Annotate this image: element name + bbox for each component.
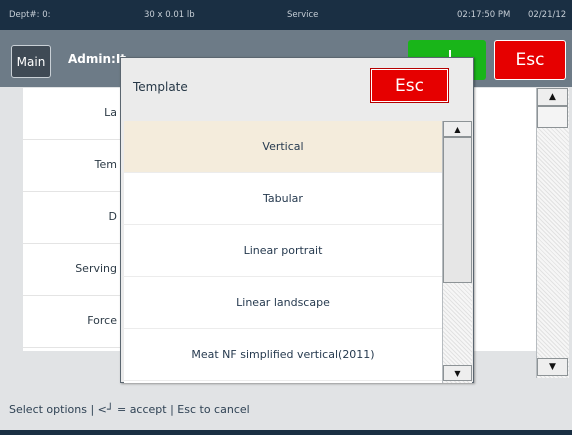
date-readout: 02/21/12 bbox=[528, 10, 567, 20]
list-item-label: Serving bbox=[75, 262, 117, 275]
dialog-scroll-down-button[interactable]: ▼ bbox=[443, 365, 472, 381]
dialog-title: Template bbox=[133, 80, 188, 94]
admin-label: Admin:It bbox=[68, 52, 127, 66]
template-option-meat-nf[interactable]: Meat NF simplified vertical(2011) bbox=[124, 329, 442, 381]
dialog-scroll-up-button[interactable]: ▲ bbox=[443, 121, 472, 137]
hint-text: Select options | <┘ = accept | Esc to ca… bbox=[9, 403, 250, 416]
list-item-label: Tem bbox=[94, 158, 117, 171]
mode-readout: Service bbox=[287, 10, 319, 20]
weight-readout: 30 x 0.01 lb bbox=[144, 10, 195, 20]
list-item[interactable]: La bbox=[23, 88, 123, 140]
list-item[interactable]: D bbox=[23, 192, 123, 244]
status-bar: Dept#: 0: 30 x 0.01 lb Service 02:17:50 … bbox=[0, 0, 572, 30]
template-option-linear-landscape[interactable]: Linear landscape bbox=[124, 277, 442, 329]
scroll-down-button[interactable]: ▼ bbox=[537, 358, 568, 376]
main-button[interactable]: Main bbox=[11, 45, 51, 78]
list-item[interactable]: Tem bbox=[23, 140, 123, 192]
dialog-scroll-thumb[interactable] bbox=[443, 137, 472, 283]
list-item-label: Force bbox=[87, 314, 117, 327]
settings-scrollbar[interactable]: ▲ ▼ bbox=[536, 88, 569, 378]
dept-readout: Dept#: 0: bbox=[9, 10, 51, 20]
bottom-border bbox=[0, 430, 572, 435]
list-item-label: La bbox=[104, 106, 117, 119]
template-options-list: Vertical Tabular Linear portrait Linear … bbox=[124, 121, 442, 383]
template-option-vertical[interactable]: Vertical bbox=[124, 121, 442, 173]
time-readout: 02:17:50 PM bbox=[457, 10, 511, 20]
template-dialog: Template Esc Vertical Tabular Linear por… bbox=[120, 57, 474, 383]
template-option-tabular[interactable]: Tabular bbox=[124, 173, 442, 225]
esc-button[interactable]: Esc bbox=[494, 40, 566, 80]
list-item[interactable]: Force bbox=[23, 296, 123, 348]
list-item-label: D bbox=[108, 210, 117, 223]
scroll-up-button[interactable]: ▲ bbox=[537, 88, 568, 106]
template-option-linear-portrait[interactable]: Linear portrait bbox=[124, 225, 442, 277]
dialog-scrollbar[interactable]: ▲ ▼ bbox=[442, 121, 472, 383]
hint-bar: Select options | <┘ = accept | Esc to ca… bbox=[0, 387, 572, 435]
list-item[interactable]: Serving bbox=[23, 244, 123, 296]
scroll-thumb[interactable] bbox=[537, 106, 568, 128]
dialog-esc-button[interactable]: Esc bbox=[370, 68, 449, 103]
